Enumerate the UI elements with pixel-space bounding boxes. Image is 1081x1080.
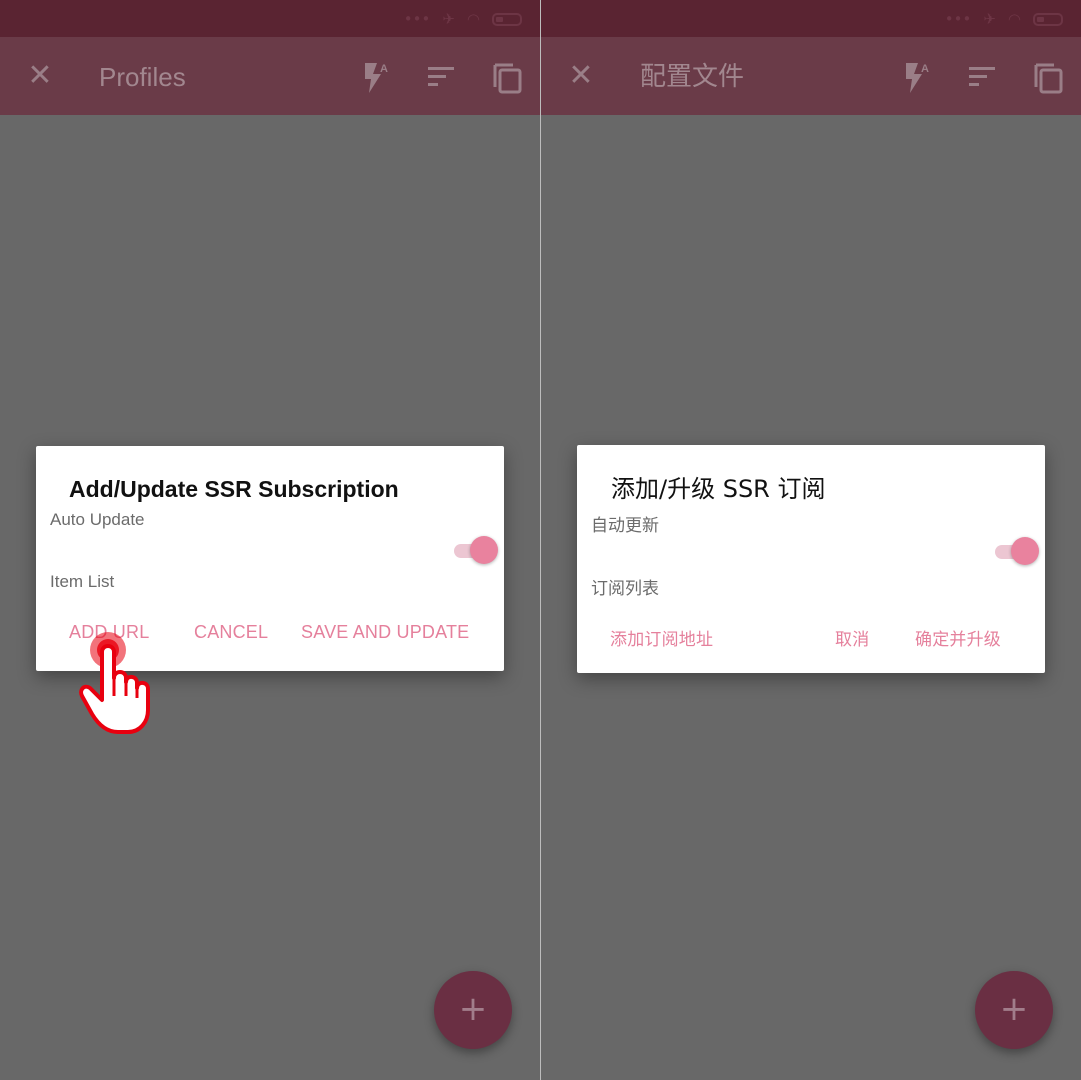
page-title: 配置文件 [640, 62, 745, 92]
signal-dots-icon: ••• [403, 10, 431, 28]
airplane-icon: ✈ [983, 10, 996, 28]
sort-icon[interactable] [962, 57, 1002, 97]
switch-thumb [470, 536, 498, 564]
save-and-update-button[interactable]: 确定并升级 [915, 625, 1001, 650]
left-screen: ••• ✈ ◠ ✕ Profiles A Add/Update SSR Subs… [0, 0, 540, 1080]
dialog-title: Add/Update SSR Subscription [69, 476, 399, 502]
flash-auto-icon[interactable]: A [896, 57, 936, 97]
auto-update-label: Auto Update [50, 510, 145, 529]
auto-update-switch[interactable] [991, 537, 1039, 565]
cancel-button[interactable]: CANCEL [194, 622, 268, 643]
auto-update-switch[interactable] [450, 536, 498, 564]
close-icon[interactable]: ✕ [565, 59, 597, 93]
svg-text:A: A [380, 63, 388, 75]
status-bar: ••• ✈ ◠ [0, 0, 540, 37]
switch-thumb [1011, 537, 1039, 565]
signal-dots-icon: ••• [944, 10, 972, 28]
dialog-title: 添加/升级 SSR 订阅 [611, 475, 826, 503]
status-icons: ••• ✈ ◠ [945, 10, 1063, 28]
subscription-dialog: 添加/升级 SSR 订阅 自动更新 订阅列表 添加订阅地址 取消 确定并升级 [577, 445, 1045, 673]
svg-text:A: A [921, 63, 929, 75]
add-url-button[interactable]: 添加订阅地址 [610, 625, 713, 650]
item-list-label: 订阅列表 [591, 579, 659, 599]
page-title: Profiles [99, 62, 186, 92]
item-list-label: Item List [50, 572, 115, 591]
tap-hand-icon [74, 620, 174, 740]
status-bar: ••• ✈ ◠ [541, 0, 1081, 37]
status-icons: ••• ✈ ◠ [404, 10, 522, 28]
copy-icon[interactable] [1028, 57, 1068, 97]
right-screen: ••• ✈ ◠ ✕ 配置文件 A 添加/升级 SSR 订阅 自动更新 订阅列表 … [541, 0, 1081, 1080]
save-and-update-button[interactable]: SAVE AND UPDATE [301, 622, 469, 643]
toolbar: ✕ Profiles A [0, 37, 540, 115]
sort-icon[interactable] [421, 57, 461, 97]
wifi-icon: ◠ [466, 10, 480, 28]
cancel-button[interactable]: 取消 [835, 625, 869, 650]
wifi-icon: ◠ [1007, 10, 1021, 28]
toolbar: ✕ 配置文件 A [541, 37, 1081, 115]
battery-icon [1033, 12, 1063, 26]
battery-icon [492, 12, 522, 26]
airplane-icon: ✈ [442, 10, 455, 28]
copy-icon[interactable] [487, 57, 527, 97]
add-profile-fab[interactable]: + [434, 971, 512, 1049]
close-icon[interactable]: ✕ [24, 59, 56, 93]
add-profile-fab[interactable]: + [975, 971, 1053, 1049]
auto-update-label: 自动更新 [591, 516, 659, 536]
flash-auto-icon[interactable]: A [355, 57, 395, 97]
